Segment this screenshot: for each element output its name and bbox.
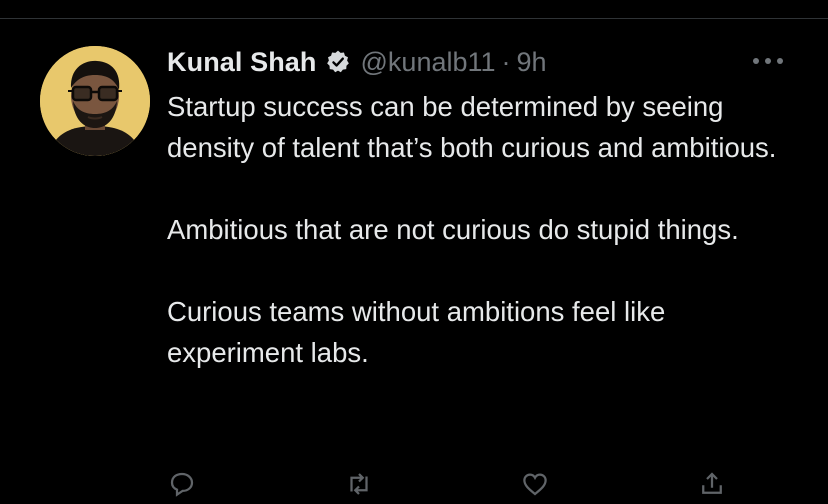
retweet-icon[interactable]: [344, 469, 374, 499]
avatar[interactable]: [40, 46, 150, 156]
tweet[interactable]: Kunal Shah @kunalb11 · 9h Startup succes…: [0, 19, 828, 497]
tweet-action-bar: [167, 469, 727, 499]
verified-badge-icon: [325, 49, 351, 75]
tweet-paragraph: Ambitious that are not curious do stupid…: [167, 214, 739, 245]
reply-icon[interactable]: [167, 469, 197, 499]
tweet-paragraph: Startup success can be determined by see…: [167, 91, 777, 163]
header-separator: ·: [501, 46, 511, 77]
tweet-header: Kunal Shah @kunalb11 · 9h: [167, 45, 547, 79]
author-name[interactable]: Kunal Shah: [167, 47, 317, 78]
tweet-paragraph: Curious teams without ambitions feel lik…: [167, 296, 666, 368]
like-icon[interactable]: [520, 469, 550, 499]
tweet-text: Startup success can be determined by see…: [167, 86, 807, 373]
more-dots-icon[interactable]: [748, 49, 788, 73]
tweet-timestamp[interactable]: 9h: [517, 47, 547, 78]
share-icon[interactable]: [697, 469, 727, 499]
author-handle[interactable]: @kunalb11: [361, 47, 496, 78]
